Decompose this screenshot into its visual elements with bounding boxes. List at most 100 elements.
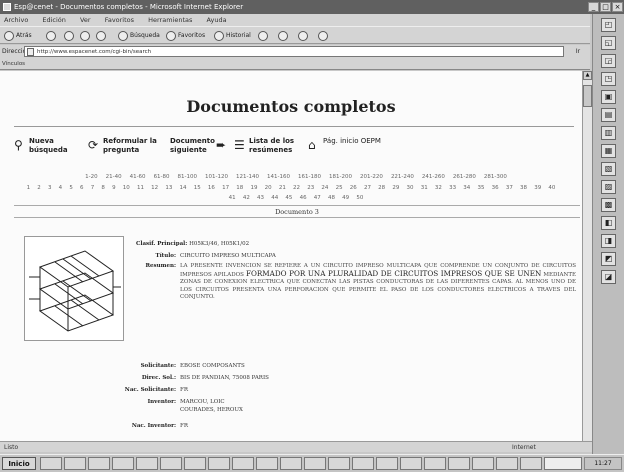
page-number-link[interactable]: 10 [123, 185, 130, 191]
tool-button-12[interactable]: ◧ [601, 216, 616, 230]
menu-favoritos[interactable]: Favoritos [105, 16, 134, 24]
print-button[interactable] [278, 30, 290, 42]
taskbar-item-9[interactable] [232, 457, 254, 470]
page-number-link[interactable]: 50 [356, 195, 363, 201]
menu-herramientas[interactable]: Herramientas [148, 16, 192, 24]
page-number-link[interactable]: 44 [271, 195, 278, 201]
tool-button-1[interactable]: ◰ [601, 18, 616, 32]
taskbar-item-1[interactable] [40, 457, 62, 470]
page-number-link[interactable]: 12 [151, 185, 158, 191]
tool-button-8[interactable]: ▦ [601, 144, 616, 158]
page-number-link[interactable]: 8 [101, 185, 105, 191]
range-link[interactable]: 181-200 [329, 174, 352, 180]
page-number-link[interactable]: 26 [350, 185, 357, 191]
range-link[interactable]: 241-260 [422, 174, 445, 180]
tool-button-13[interactable]: ◨ [601, 234, 616, 248]
tool-button-11[interactable]: ▩ [601, 198, 616, 212]
range-link[interactable]: 41-60 [130, 174, 146, 180]
tool-button-7[interactable]: ▥ [601, 126, 616, 140]
page-number-link[interactable]: 47 [314, 195, 321, 201]
range-link[interactable]: 21-40 [106, 174, 122, 180]
page-number-link[interactable]: 37 [506, 185, 513, 191]
tool-button-14[interactable]: ◩ [601, 252, 616, 266]
taskbar-item-7[interactable] [184, 457, 206, 470]
page-number-link[interactable]: 3 [48, 185, 52, 191]
discuss-button[interactable] [318, 30, 330, 42]
page-number-link[interactable]: 15 [194, 185, 201, 191]
taskbar-item-21[interactable] [520, 457, 542, 470]
page-number-link[interactable]: 24 [321, 185, 328, 191]
page-number-link[interactable]: 28 [378, 185, 385, 191]
home-button[interactable] [96, 30, 108, 42]
page-number-link[interactable]: 43 [257, 195, 264, 201]
taskbar-item-16[interactable] [400, 457, 422, 470]
page-number-link[interactable]: 11 [137, 185, 144, 191]
page-number-link[interactable]: 40 [548, 185, 555, 191]
scroll-up-icon[interactable]: ▲ [583, 71, 592, 80]
page-number-link[interactable]: 41 [229, 195, 236, 201]
mail-button[interactable] [258, 30, 270, 42]
page-number-link[interactable]: 22 [293, 185, 300, 191]
forward-button[interactable] [46, 30, 58, 42]
tool-button-6[interactable]: ▤ [601, 108, 616, 122]
tool-button-2[interactable]: ◱ [601, 36, 616, 50]
favorites-button[interactable]: Favoritos [166, 30, 205, 42]
page-number-link[interactable]: 4 [59, 185, 63, 191]
page-number-link[interactable]: 42 [243, 195, 250, 201]
page-number-link[interactable]: 19 [250, 185, 257, 191]
menu-archivo[interactable]: Archivo [4, 16, 28, 24]
taskbar-item-18[interactable] [448, 457, 470, 470]
range-link[interactable]: 201-220 [360, 174, 383, 180]
tool-button-3[interactable]: ◲ [601, 54, 616, 68]
page-number-link[interactable]: 35 [477, 185, 484, 191]
page-number-link[interactable]: 5 [69, 185, 73, 191]
menu-edicion[interactable]: Edición [42, 16, 66, 24]
stop-button[interactable] [64, 30, 76, 42]
back-button[interactable]: Atrás [4, 30, 32, 42]
page-number-link[interactable]: 17 [222, 185, 229, 191]
minimize-button[interactable]: _ [588, 2, 599, 12]
page-number-link[interactable]: 38 [520, 185, 527, 191]
page-number-link[interactable]: 25 [336, 185, 343, 191]
page-number-link[interactable]: 13 [165, 185, 172, 191]
vertical-scrollbar[interactable]: ▲ ▼ [582, 71, 592, 452]
range-link[interactable]: 81-100 [178, 174, 197, 180]
taskbar-item-15[interactable] [376, 457, 398, 470]
page-number-link[interactable]: 18 [236, 185, 243, 191]
page-number-link[interactable]: 32 [435, 185, 442, 191]
range-link[interactable]: 161-180 [298, 174, 321, 180]
taskbar-item-6[interactable] [160, 457, 182, 470]
page-number-link[interactable]: 21 [279, 185, 286, 191]
page-number-link[interactable]: 39 [534, 185, 541, 191]
taskbar-item-11[interactable] [280, 457, 302, 470]
maximize-button[interactable]: □ [600, 2, 611, 12]
page-number-link[interactable]: 45 [285, 195, 292, 201]
scroll-thumb[interactable] [583, 85, 592, 107]
menu-ayuda[interactable]: Ayuda [206, 16, 226, 24]
menu-ver[interactable]: Ver [80, 16, 91, 24]
page-number-link[interactable]: 2 [37, 185, 41, 191]
range-link[interactable]: 261-280 [453, 174, 476, 180]
page-number-link[interactable]: 30 [407, 185, 414, 191]
tool-button-9[interactable]: ▧ [601, 162, 616, 176]
tool-button-15[interactable]: ◪ [601, 270, 616, 284]
page-number-link[interactable]: 36 [492, 185, 499, 191]
taskbar-item-8[interactable] [208, 457, 230, 470]
page-number-link[interactable]: 23 [307, 185, 314, 191]
range-link[interactable]: 101-120 [205, 174, 228, 180]
page-number-link[interactable]: 46 [300, 195, 307, 201]
tool-button-5[interactable]: ▣ [601, 90, 616, 104]
page-number-link[interactable]: 7 [91, 185, 95, 191]
taskbar-item-20[interactable] [496, 457, 518, 470]
edit-button[interactable] [298, 30, 310, 42]
taskbar-item-2[interactable] [64, 457, 86, 470]
taskbar-item-active[interactable] [544, 457, 582, 470]
page-number-link[interactable]: 33 [449, 185, 456, 191]
range-link[interactable]: 121-140 [236, 174, 259, 180]
range-link[interactable]: 61-80 [154, 174, 170, 180]
taskbar-item-12[interactable] [304, 457, 326, 470]
page-number-link[interactable]: 9 [112, 185, 116, 191]
page-number-link[interactable]: 16 [208, 185, 215, 191]
page-number-link[interactable]: 49 [342, 195, 349, 201]
range-link[interactable]: 221-240 [391, 174, 414, 180]
